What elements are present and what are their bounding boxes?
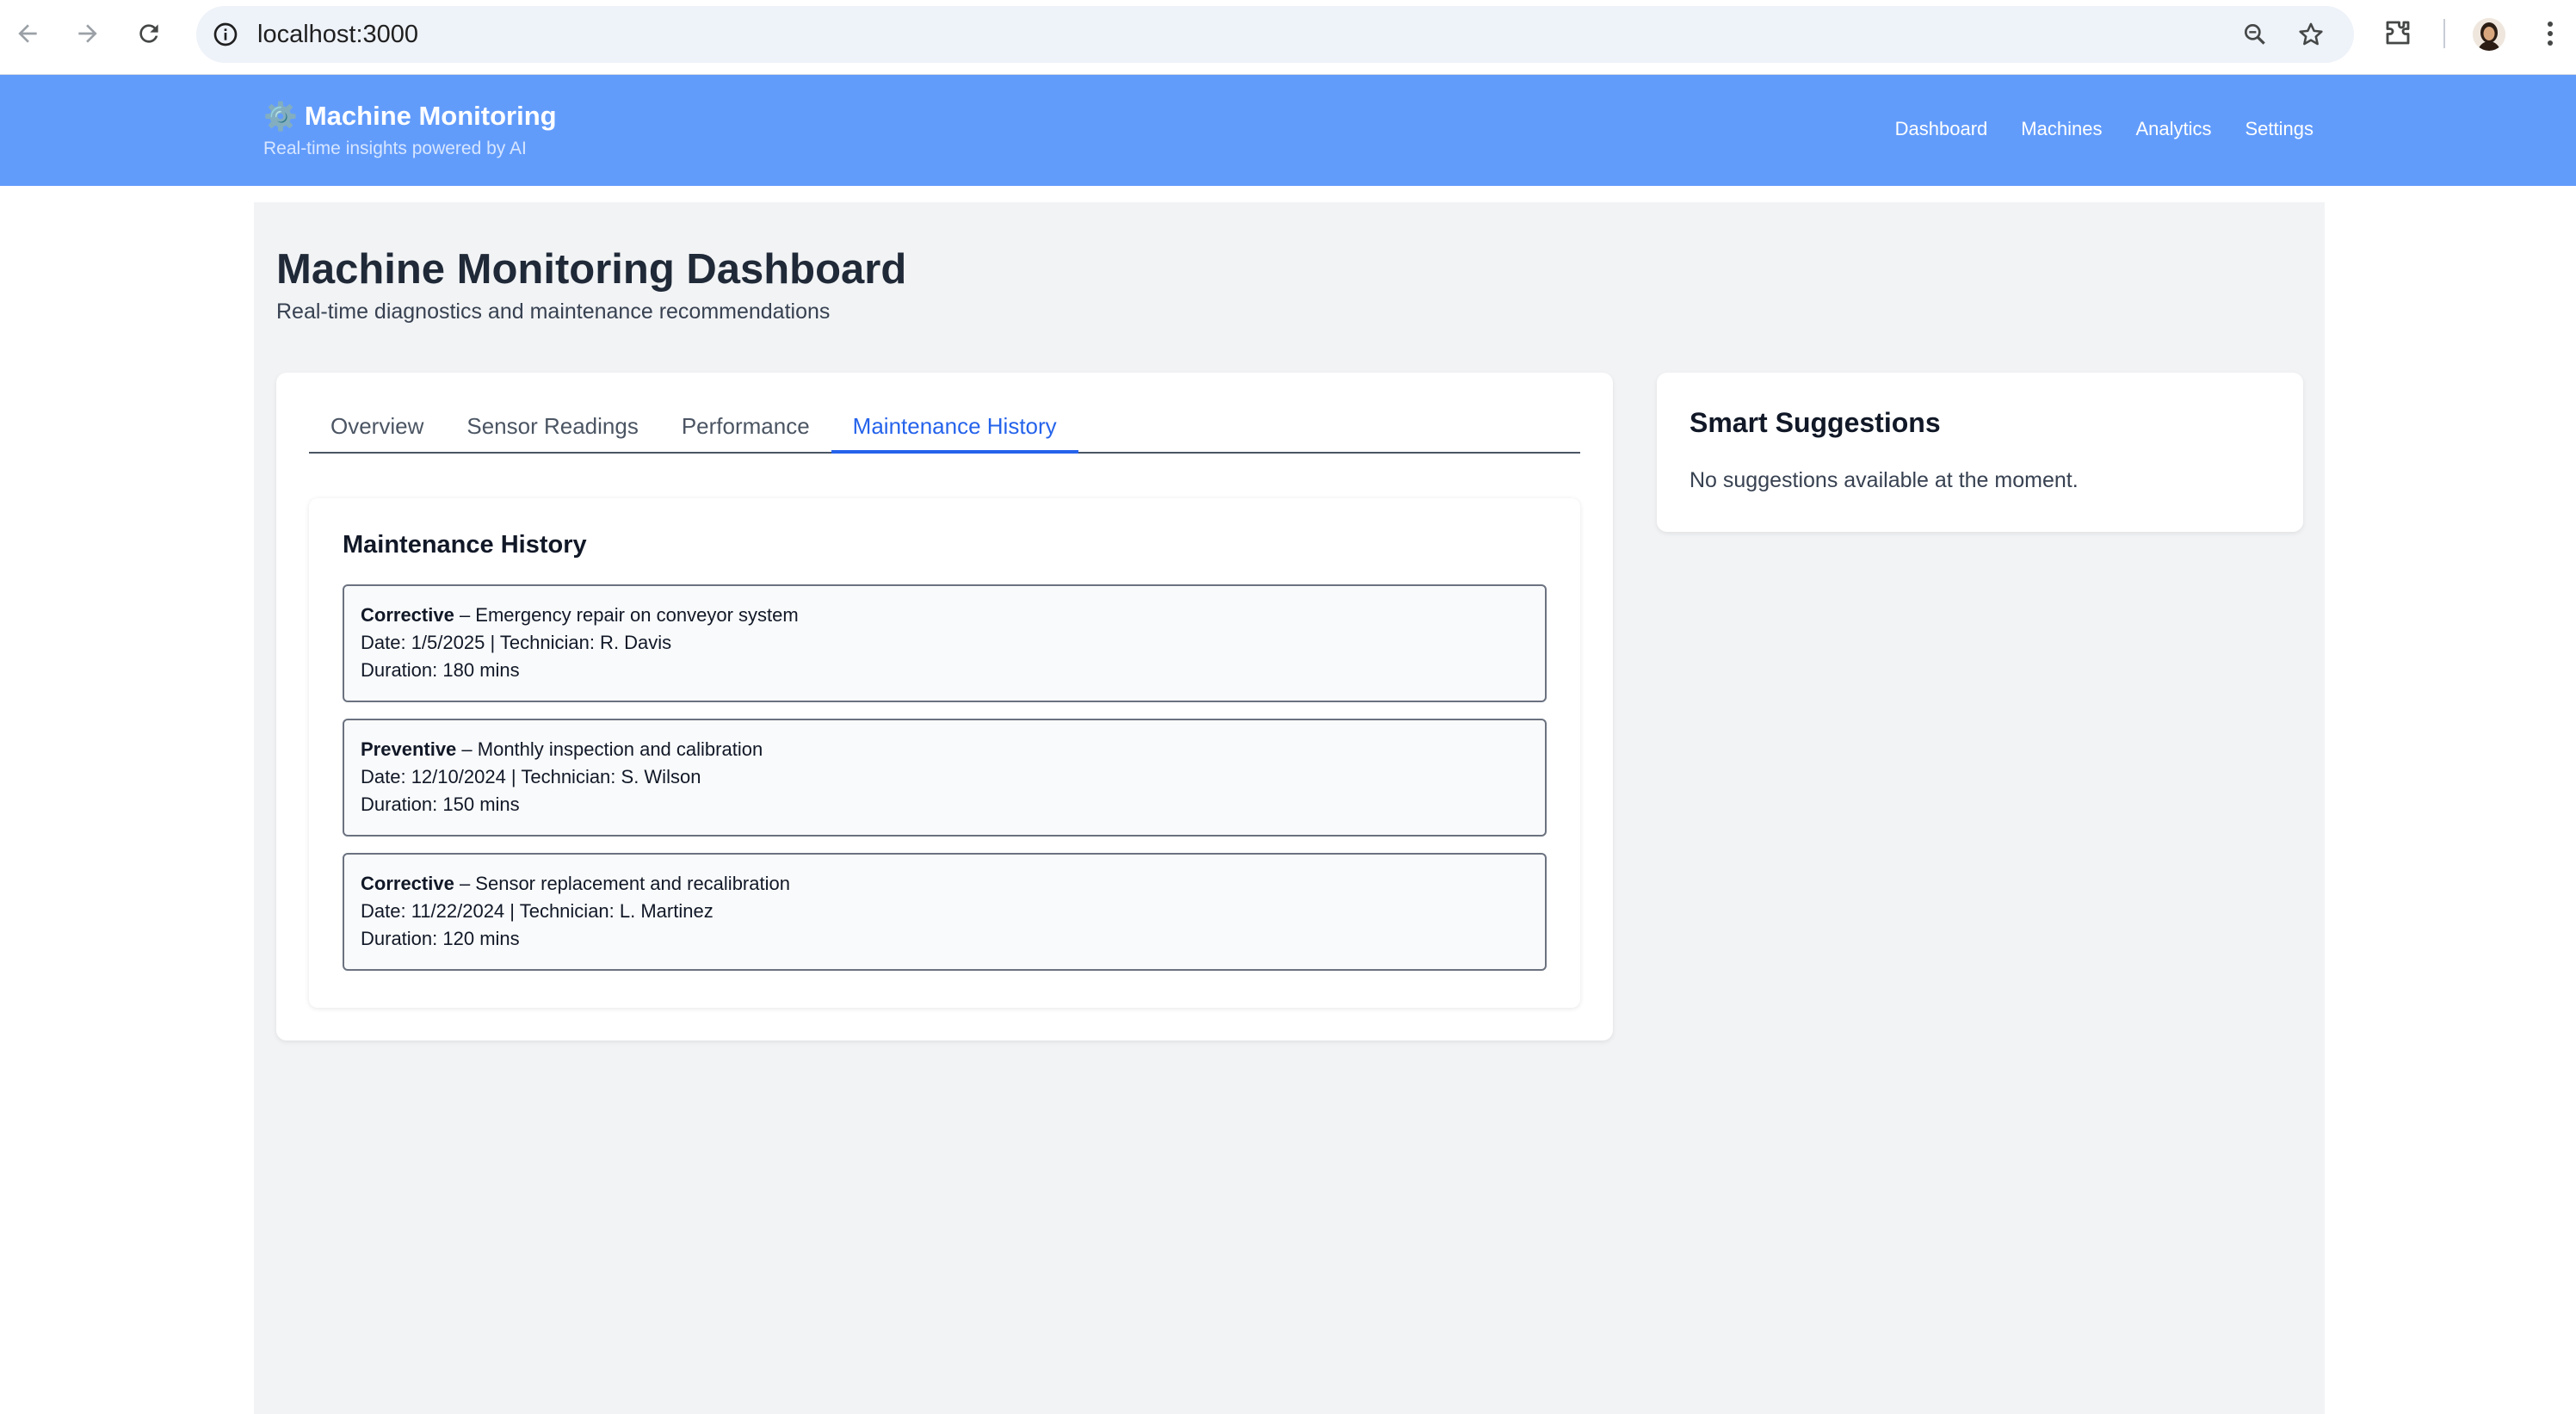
maintenance-history-panel: Maintenance History Corrective – Emergen…: [309, 498, 1580, 1008]
entry-date-technician: Date: 11/22/2024 | Technician: L. Martin…: [361, 900, 713, 922]
page-title: Machine Monitoring Dashboard: [276, 246, 907, 293]
url-text[interactable]: localhost:3000: [257, 6, 418, 63]
info-icon[interactable]: [212, 21, 239, 48]
entry-summary: Corrective – Emergency repair on conveyo…: [361, 602, 1545, 629]
entry-type: Corrective: [361, 604, 454, 626]
entry-description: – Monthly inspection and calibration: [456, 738, 763, 760]
entry-type: Corrective: [361, 873, 454, 894]
entry-description: – Emergency repair on conveyor system: [454, 604, 799, 626]
entry-summary: Corrective – Sensor replacement and reca…: [361, 870, 1545, 898]
maintenance-history-title: Maintenance History: [343, 531, 587, 559]
entry-duration: Duration: 120 mins: [361, 928, 520, 949]
app-header: ⚙️ Machine Monitoring Real-time insights…: [0, 75, 2576, 186]
back-arrow-icon[interactable]: [10, 16, 45, 51]
reload-icon[interactable]: [132, 16, 166, 51]
suggestions-empty-text: No suggestions available at the moment.: [1690, 468, 2079, 492]
toolbar-divider: [2443, 19, 2445, 48]
tab-bar: Overview Sensor Readings Performance Mai…: [309, 407, 1580, 454]
smart-suggestions-card: Smart Suggestions No suggestions availab…: [1657, 373, 2303, 532]
brand-title: Machine Monitoring: [304, 101, 557, 131]
brand[interactable]: ⚙️ Machine Monitoring Real-time insights…: [263, 101, 557, 159]
menu-dots-icon[interactable]: [2542, 17, 2559, 50]
zoom-icon[interactable]: [2241, 21, 2269, 48]
tab-maintenance-history[interactable]: Maintenance History: [831, 407, 1078, 454]
tab-overview[interactable]: Overview: [309, 407, 445, 454]
maintenance-entry: Corrective – Sensor replacement and reca…: [343, 853, 1547, 971]
page-content: Machine Monitoring Dashboard Real-time d…: [254, 202, 2325, 1414]
smart-suggestions-title: Smart Suggestions: [1690, 407, 1941, 438]
maintenance-entry: Preventive – Monthly inspection and cali…: [343, 719, 1547, 837]
entry-duration: Duration: 180 mins: [361, 659, 520, 681]
maintenance-entry: Corrective – Emergency repair on conveyo…: [343, 584, 1547, 702]
tab-performance[interactable]: Performance: [660, 407, 831, 454]
entry-type: Preventive: [361, 738, 457, 760]
entry-date-technician: Date: 12/10/2024 | Technician: S. Wilson: [361, 766, 701, 787]
brand-tagline: Real-time insights powered by AI: [263, 139, 527, 158]
top-nav: Dashboard Machines Analytics Settings: [1895, 118, 2313, 140]
address-bar[interactable]: localhost:3000: [196, 6, 2354, 63]
page-subtitle: Real-time diagnostics and maintenance re…: [276, 299, 831, 324]
entry-summary: Preventive – Monthly inspection and cali…: [361, 736, 1545, 763]
gear-icon: ⚙️: [263, 101, 298, 132]
star-icon[interactable]: [2296, 20, 2326, 49]
nav-settings[interactable]: Settings: [2246, 118, 2314, 140]
nav-dashboard[interactable]: Dashboard: [1895, 118, 1988, 140]
entry-description: – Sensor replacement and recalibration: [454, 873, 790, 894]
extensions-icon[interactable]: [2382, 17, 2413, 48]
browser-toolbar: localhost:3000: [0, 0, 2576, 75]
forward-arrow-icon[interactable]: [71, 16, 105, 51]
entry-date-technician: Date: 1/5/2025 | Technician: R. Davis: [361, 632, 672, 653]
entry-duration: Duration: 150 mins: [361, 793, 520, 815]
nav-machines[interactable]: Machines: [2021, 118, 2102, 140]
nav-analytics[interactable]: Analytics: [2135, 118, 2211, 140]
profile-avatar[interactable]: [2473, 18, 2505, 51]
tab-sensor-readings[interactable]: Sensor Readings: [445, 407, 659, 454]
details-card: Overview Sensor Readings Performance Mai…: [276, 373, 1613, 1040]
